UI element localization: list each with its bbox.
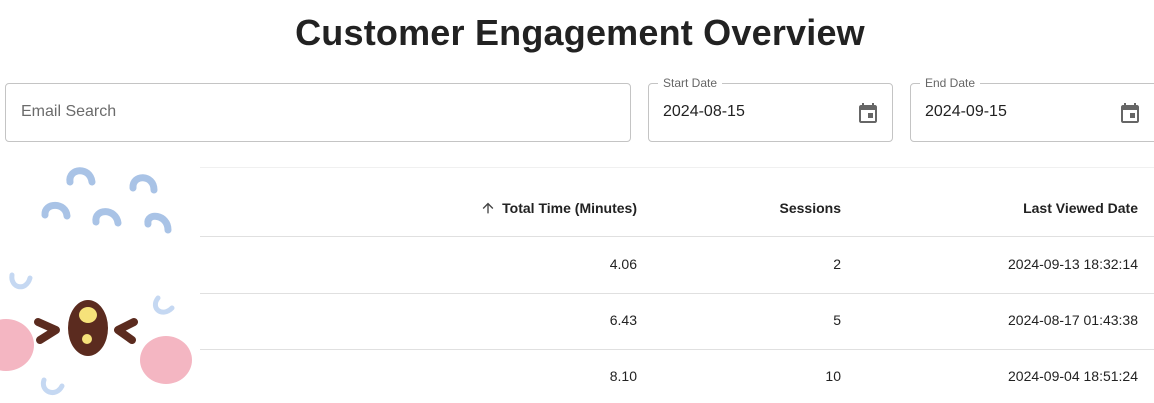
page-title: Customer Engagement Overview [295,12,865,53]
cell-total-time: 8.10 [609,368,637,384]
cell-last-viewed: 2024-09-13 18:32:14 [1008,256,1138,272]
table-row[interactable]: 8.10 10 2024-09-04 18:51:24 [0,349,1154,403]
start-date-label: Start Date [658,76,723,90]
end-date-label: End Date [920,76,981,90]
email-search-input[interactable]: Email Search [5,83,631,142]
cell-sessions: 5 [833,312,841,328]
cell-last-viewed: 2024-08-17 01:43:38 [1008,312,1138,328]
end-date-value: 2024-09-15 [925,103,1007,120]
column-header-email[interactable]: Email [22,200,59,216]
email-search-placeholder: Email Search [21,103,117,120]
column-header-last-viewed[interactable]: Last Viewed Date [1023,200,1138,216]
table-row[interactable]: 6.43 5 2024-08-17 01:43:38 [0,293,1154,350]
end-date-field[interactable]: End Date 2024-09-15 [910,76,1154,142]
calendar-icon[interactable] [1118,101,1142,125]
cell-sessions: 10 [825,368,841,384]
start-date-field[interactable]: Start Date 2024-08-15 [648,76,893,142]
column-header-total-time-label: Total Time (Minutes) [502,200,637,216]
table-row[interactable]: 4.06 2 2024-09-13 18:32:14 [0,237,1154,294]
table-header: Email Total Time (Minutes) Sessions Last… [0,180,1154,237]
column-header-total-time[interactable]: Total Time (Minutes) [480,200,637,216]
cell-last-viewed: 2024-09-04 18:51:24 [1008,368,1138,384]
cell-total-time: 4.06 [609,256,637,272]
table-divider [0,167,1154,168]
start-date-value: 2024-08-15 [663,103,745,120]
cell-sessions: 2 [833,256,841,272]
calendar-icon[interactable] [856,101,880,125]
arrow-up-icon [482,202,494,214]
cell-total-time: 6.43 [609,312,637,328]
column-header-sessions[interactable]: Sessions [780,200,841,216]
page: Customer Engagement Overview Email Searc… [0,0,1154,403]
